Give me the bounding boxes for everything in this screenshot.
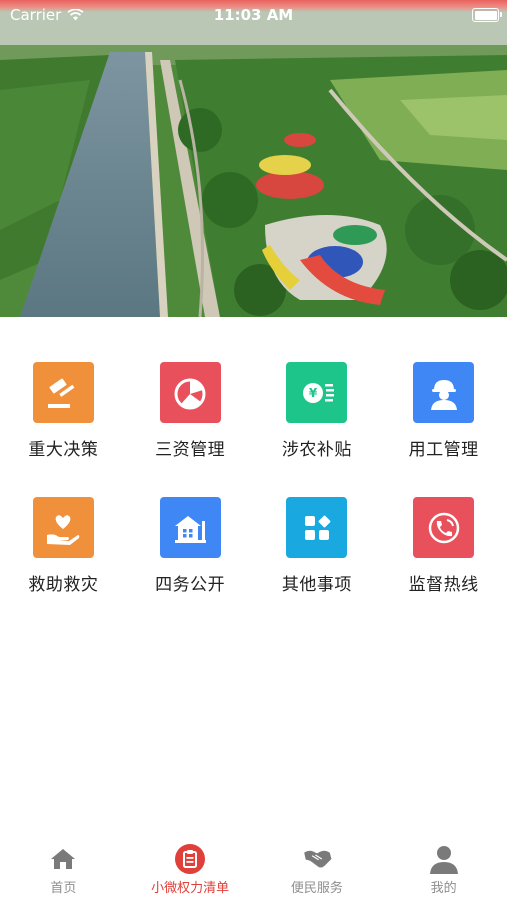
tab-bar: 首页 小微权力清单 便民服务 我的 — [0, 836, 507, 900]
worker-icon — [413, 362, 475, 423]
hand-heart-icon — [32, 497, 94, 558]
gavel-icon — [32, 362, 94, 423]
tab-label: 便民服务 — [290, 881, 343, 896]
pie-chart-icon — [159, 362, 221, 423]
grid-item-employment[interactable]: 用工管理 — [380, 362, 507, 460]
house-icon — [159, 497, 221, 558]
function-grid: 重大决策 三资管理 ¥ 涉农补贴 用工管理 救助救灾 四务公开 其他事项 监督热… — [0, 362, 507, 595]
user-icon — [428, 843, 460, 875]
grid-item-relief[interactable]: 救助救灾 — [0, 497, 127, 595]
tab-label: 首页 — [50, 881, 77, 896]
handshake-icon — [301, 843, 333, 875]
tab-convenience[interactable]: 便民服务 — [254, 836, 381, 900]
grid-label: 用工管理 — [408, 440, 479, 460]
banner-image[interactable] — [0, 0, 507, 317]
tab-mine[interactable]: 我的 — [380, 836, 507, 900]
aerial-park-illustration — [0, 0, 507, 317]
grid-label: 监督热线 — [408, 575, 479, 595]
grid-label: 其他事项 — [281, 575, 352, 595]
apps-icon — [286, 497, 348, 558]
tab-label: 我的 — [430, 881, 457, 896]
battery-icon — [472, 8, 502, 22]
tab-power-list[interactable]: 小微权力清单 — [127, 836, 254, 900]
yen-coin-icon: ¥ — [286, 362, 348, 423]
grid-label: 四务公开 — [155, 575, 226, 595]
grid-item-three-assets[interactable]: 三资管理 — [127, 362, 254, 460]
tab-label: 小微权力清单 — [151, 881, 230, 896]
home-icon — [47, 843, 79, 875]
grid-item-four-affairs[interactable]: 四务公开 — [127, 497, 254, 595]
status-time: 11:03 AM — [213, 6, 294, 24]
grid-label: 涉农补贴 — [281, 440, 352, 460]
grid-item-other-matters[interactable]: 其他事项 — [254, 497, 381, 595]
grid-label: 三资管理 — [155, 440, 226, 460]
grid-item-agri-subsidy[interactable]: ¥ 涉农补贴 — [254, 362, 381, 460]
status-bar: Carrier 11:03 AM — [0, 0, 507, 30]
grid-item-major-decisions[interactable]: 重大决策 — [0, 362, 127, 460]
grid-label: 重大决策 — [28, 440, 99, 460]
grid-item-hotline[interactable]: 监督热线 — [380, 497, 507, 595]
grid-label: 救助救灾 — [28, 575, 99, 595]
clipboard-icon — [174, 843, 206, 875]
phone-icon — [413, 497, 475, 558]
svg-text:¥: ¥ — [309, 386, 318, 400]
tab-home[interactable]: 首页 — [0, 836, 127, 900]
